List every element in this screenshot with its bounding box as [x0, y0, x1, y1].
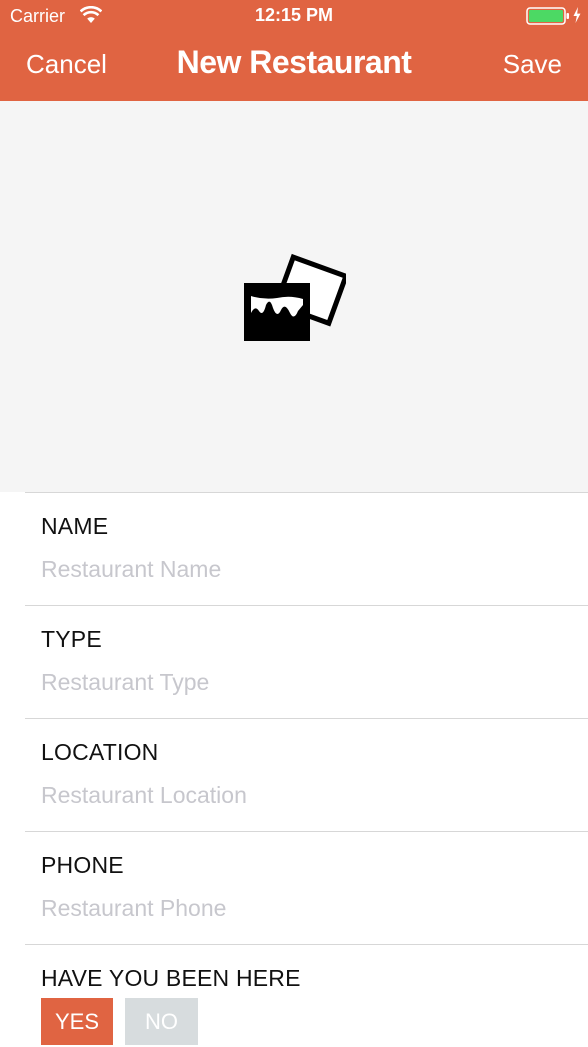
- visited-label: HAVE YOU BEEN HERE: [41, 965, 301, 991]
- type-input[interactable]: [41, 664, 561, 700]
- type-field: TYPE: [25, 605, 588, 718]
- no-button[interactable]: NO: [125, 998, 198, 1045]
- visited-field: HAVE YOU BEEN HERE YES NO: [25, 944, 588, 1047]
- phone-input[interactable]: [41, 890, 561, 926]
- status-bar: Carrier 12:15 PM: [0, 0, 588, 34]
- location-field: LOCATION: [25, 718, 588, 831]
- location-input[interactable]: [41, 777, 561, 813]
- phone-field: PHONE: [25, 831, 588, 944]
- name-label: NAME: [41, 513, 109, 539]
- name-input[interactable]: [41, 551, 561, 587]
- battery-icon: [526, 7, 569, 25]
- type-label: TYPE: [41, 626, 102, 652]
- photo-picker[interactable]: [0, 101, 588, 492]
- name-field: NAME: [25, 492, 588, 605]
- navigation-bar: Carrier 12:15 PM Cancel New Restaurant S…: [0, 0, 588, 101]
- save-button[interactable]: Save: [503, 49, 562, 80]
- yes-button[interactable]: YES: [41, 998, 113, 1045]
- photo-icon: [244, 253, 346, 341]
- charging-bolt-icon: [573, 7, 581, 23]
- location-label: LOCATION: [41, 739, 159, 765]
- phone-label: PHONE: [41, 852, 124, 878]
- page-title: New Restaurant: [176, 44, 412, 80]
- status-time: 12:15 PM: [254, 5, 334, 25]
